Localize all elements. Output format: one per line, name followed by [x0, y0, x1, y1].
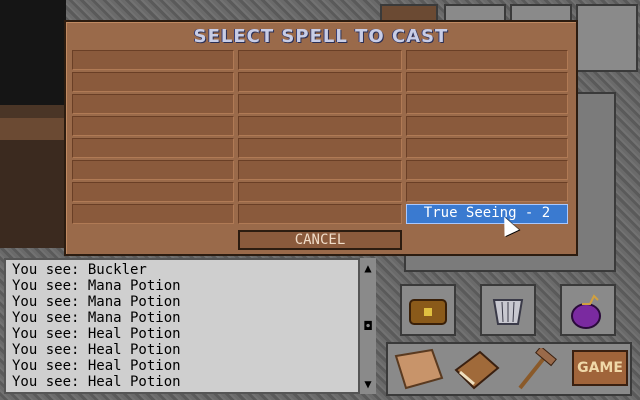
scroll-down-icon[interactable]: ▼ — [362, 378, 374, 390]
spell-slot[interactable] — [72, 182, 234, 202]
cancel-button[interactable]: CANCEL — [238, 230, 402, 250]
map-icon[interactable] — [392, 348, 446, 392]
spell-slot[interactable] — [238, 50, 402, 70]
spell-slot[interactable] — [238, 204, 402, 224]
bag-icon — [571, 294, 601, 329]
basket-button[interactable] — [480, 284, 536, 336]
spell-slot[interactable] — [72, 50, 234, 70]
spell-slot[interactable] — [238, 116, 402, 136]
game-viewport[interactable] — [0, 0, 66, 248]
log-line: You see: Mana Potion — [12, 310, 181, 326]
log-line: You see: Buckler — [12, 262, 147, 278]
spell-slot[interactable] — [406, 50, 568, 70]
log-line: You see: Mana Potion — [12, 278, 181, 294]
lock-icon[interactable]: ◘ — [362, 320, 374, 332]
spell-slot[interactable] — [72, 72, 234, 92]
log-line: You see: Mana Potion — [12, 294, 181, 310]
dialog-title: SELECT SPELL TO CAST — [193, 26, 449, 47]
scroll-up-icon[interactable]: ▲ — [362, 262, 374, 274]
spell-slot[interactable] — [406, 116, 568, 136]
log-line: You see: Heal Potion — [12, 342, 181, 358]
spell-slot[interactable] — [238, 94, 402, 114]
spell-slot[interactable] — [406, 182, 568, 202]
spell-slot[interactable] — [72, 138, 234, 158]
spell-slot[interactable] — [72, 116, 234, 136]
spell-slot[interactable] — [406, 94, 568, 114]
log-scrollbar[interactable]: ▲ ◘ ▼ — [360, 258, 376, 394]
bag-button[interactable] — [560, 284, 616, 336]
log-line: You see: Heal Potion — [12, 358, 181, 374]
journal-icon[interactable] — [450, 348, 504, 392]
spell-slot[interactable] — [406, 138, 568, 158]
log-line: You see: Heal Potion — [12, 374, 181, 390]
top-slot-3[interactable] — [576, 4, 638, 72]
spell-slot[interactable] — [72, 160, 234, 180]
game-menu-button[interactable]: GAME — [572, 350, 628, 386]
spell-option-selected[interactable]: True Seeing - 2 — [406, 204, 568, 224]
spell-slot[interactable] — [72, 204, 234, 224]
chest-icon — [409, 299, 447, 325]
spell-slot[interactable] — [238, 138, 402, 158]
log-line: You see: Heal Potion — [12, 326, 181, 342]
message-log: You see: Buckler You see: Mana Potion Yo… — [4, 258, 360, 394]
spell-slot[interactable] — [406, 160, 568, 180]
basket-icon — [492, 299, 524, 325]
spell-slot[interactable] — [238, 160, 402, 180]
spell-slot[interactable] — [238, 182, 402, 202]
spell-slot[interactable] — [238, 72, 402, 92]
spell-slot[interactable] — [406, 72, 568, 92]
chest-button[interactable] — [400, 284, 456, 336]
spell-slot[interactable] — [72, 94, 234, 114]
hammer-icon[interactable] — [510, 348, 564, 392]
